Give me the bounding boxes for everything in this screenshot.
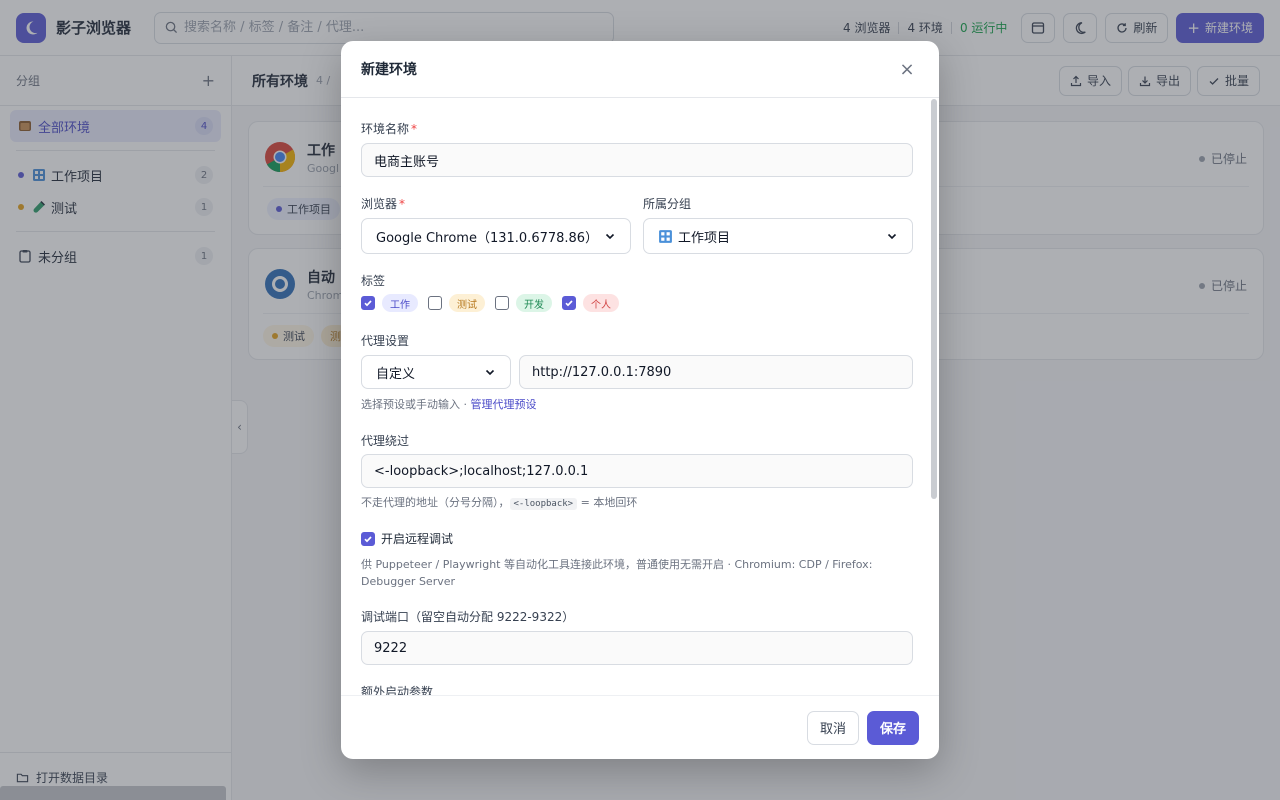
proxy-label: 代理设置: [361, 334, 410, 348]
bypass-hint: 不走代理的地址（分号分隔）， <-loopback> = 本地回环: [361, 494, 637, 513]
close-icon[interactable]: ×: [895, 57, 919, 81]
dialog-footer: 取消 保存: [341, 695, 939, 759]
tag-option-personal[interactable]: 个人: [562, 294, 619, 312]
group-label: 所属分组: [643, 197, 692, 211]
browser-select[interactable]: Google Chrome（131.0.6778.86）: [361, 218, 631, 254]
bypass-value: <-loopback>;localhost;127.0.0.1: [374, 463, 589, 479]
proxy-mode-select[interactable]: 自定义: [361, 355, 511, 389]
remote-debug-option[interactable]: 开启远程调试: [361, 530, 453, 547]
tag-option-dev[interactable]: 开发: [495, 294, 552, 312]
manage-proxy-presets-link[interactable]: 管理代理预设: [471, 398, 537, 411]
chevron-down-icon: [605, 233, 615, 240]
bypass-hint-suffix: = 本地回环: [577, 496, 638, 509]
remote-debug-hint: 供 Puppeteer / Playwright 等自动化工具连接此环境，普通使…: [361, 558, 873, 588]
chevron-down-icon: [485, 369, 495, 376]
group-select-value: 工作项目: [678, 230, 731, 246]
cancel-button[interactable]: 取消: [806, 710, 859, 745]
extra-args-label: 额外启动参数: [361, 685, 434, 695]
dialog-title: 新建环境: [361, 62, 417, 78]
bypass-input[interactable]: <-loopback>;localhost;127.0.0.1: [361, 454, 913, 488]
group-select[interactable]: 工作项目: [643, 218, 913, 254]
proxy-url-value: http://127.0.0.1:7890: [532, 364, 672, 380]
bypass-hint-code: <-loopback>: [509, 498, 578, 510]
env-name-value: 电商主账号: [374, 154, 440, 170]
tag-pill: 个人: [583, 294, 619, 312]
browser-label-text: 浏览器: [361, 197, 398, 211]
checkbox-checked[interactable]: [361, 296, 375, 310]
checkbox-checked[interactable]: [562, 296, 576, 310]
tags-group: 工作 测试 开发 个人: [361, 294, 629, 312]
debug-port-value: 9222: [374, 640, 408, 656]
browser-select-value: Google Chrome（131.0.6778.86）: [376, 230, 599, 246]
dialog-body: 环境名称 * 电商主账号 浏览器 * Google Chrome（131.0.677…: [341, 98, 939, 695]
port-label: 调试端口（留空自动分配 9222-9322）: [361, 610, 575, 624]
proxy-hint-text: 选择预设或手动输入 ·: [361, 398, 471, 411]
env-name-input[interactable]: 电商主账号: [361, 143, 913, 177]
checkbox-unchecked[interactable]: [495, 296, 509, 310]
tag-option-work[interactable]: 工作: [361, 294, 418, 312]
check-icon: [364, 535, 372, 542]
browser-label: 浏览器 *: [361, 195, 405, 212]
tag-pill: 测试: [449, 294, 485, 312]
dialog-header: 新建环境 ×: [341, 41, 939, 98]
bypass-label: 代理绕过: [361, 434, 410, 448]
remote-debug-label: 开启远程调试: [381, 532, 454, 546]
save-button[interactable]: 保存: [866, 710, 919, 745]
dialog-scrollbar[interactable]: [931, 99, 937, 499]
chevron-down-icon: [887, 233, 897, 240]
tags-label: 标签: [361, 274, 386, 288]
env-name-label-text: 环境名称: [361, 122, 410, 136]
tag-pill: 工作: [382, 294, 418, 312]
debug-port-input[interactable]: 9222: [361, 631, 913, 665]
proxy-hint: 选择预设或手动输入 · 管理代理预设: [361, 396, 537, 413]
checkbox-unchecked[interactable]: [428, 296, 442, 310]
new-env-dialog: 新建环境 × 环境名称 * 电商主账号 浏览器 * Google Chrome（13…: [341, 41, 939, 759]
check-icon: [364, 300, 372, 307]
proxy-url-input[interactable]: http://127.0.0.1:7890: [519, 355, 913, 389]
building-icon: [659, 229, 672, 243]
tag-pill: 开发: [516, 294, 552, 312]
env-name-label: 环境名称 *: [361, 120, 417, 137]
proxy-mode-value: 自定义: [376, 366, 416, 382]
required-mark: *: [411, 122, 418, 136]
checkbox-checked[interactable]: [361, 531, 375, 546]
required-mark: *: [399, 197, 406, 211]
tag-option-test[interactable]: 测试: [428, 294, 485, 312]
bypass-hint-prefix: 不走代理的地址（分号分隔），: [361, 496, 510, 509]
check-icon: [565, 300, 573, 307]
